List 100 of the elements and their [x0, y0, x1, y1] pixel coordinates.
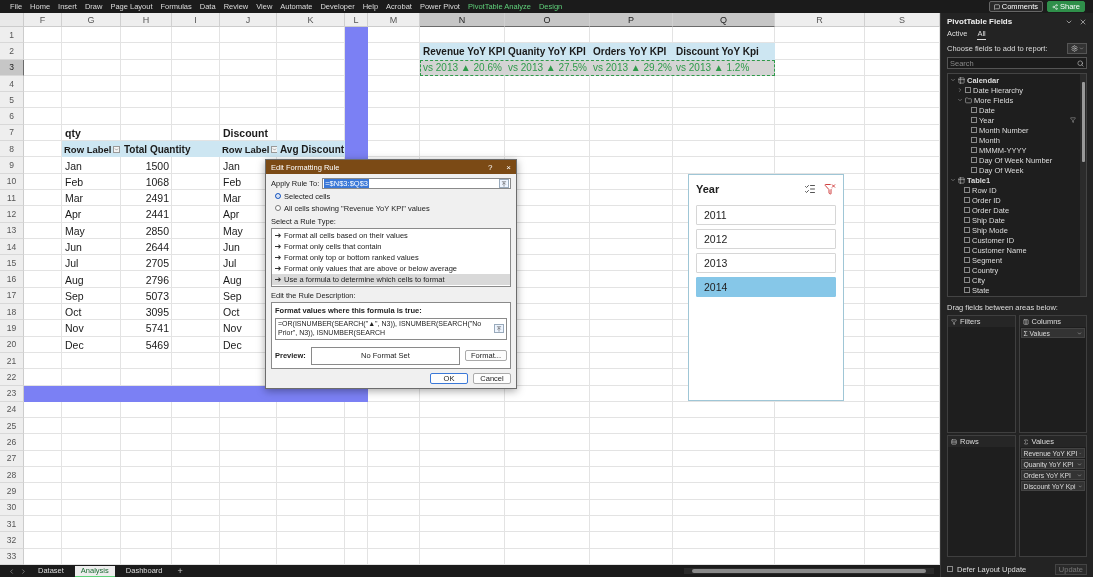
columns-icon [1022, 318, 1029, 325]
settings-button[interactable] [1067, 42, 1087, 54]
table-cell-text: Mar [64, 191, 85, 207]
table-cell-text: 2796 [144, 272, 170, 288]
checkbox[interactable] [971, 167, 977, 173]
pivot-header-cell: Avg Discount [277, 141, 345, 158]
checkbox[interactable] [971, 157, 977, 163]
scrollbar[interactable] [1080, 74, 1086, 296]
table-cell-text: Feb [64, 174, 85, 190]
header-text: Row Label [222, 143, 270, 155]
table-cell-text: Dec [64, 337, 85, 353]
checkbox[interactable] [964, 187, 970, 193]
row-header[interactable]: 15 [0, 255, 24, 272]
close-button[interactable] [1079, 17, 1087, 26]
checkbox[interactable] [964, 277, 970, 283]
row-header[interactable]: 19 [0, 320, 24, 337]
next-sheet-button[interactable] [20, 567, 27, 575]
sheet-label: qty [64, 125, 82, 141]
row-header[interactable]: 2 [0, 43, 24, 60]
row-header[interactable]: 9 [0, 157, 24, 174]
row-header[interactable]: 16 [0, 271, 24, 288]
column-header[interactable]: F [24, 13, 62, 27]
checkbox[interactable] [971, 127, 977, 133]
column-header[interactable]: I [172, 13, 220, 27]
slicer-item[interactable]: 2014 [696, 277, 836, 297]
scrollbar[interactable] [684, 568, 934, 574]
checkbox[interactable] [964, 227, 970, 233]
help-button[interactable]: ? [487, 162, 493, 172]
row-header[interactable]: 28 [0, 467, 24, 484]
column-header[interactable]: S [865, 13, 940, 27]
kpi-header: Orders YoY KPI [590, 43, 673, 60]
multi-select-icon[interactable] [804, 183, 816, 195]
close-icon [1079, 17, 1087, 26]
sigma-icon [1022, 438, 1029, 445]
caret-icon [271, 146, 277, 152]
column-header[interactable]: G [62, 13, 121, 27]
checkbox[interactable] [971, 107, 977, 113]
checkbox[interactable] [965, 87, 971, 93]
collapse-button[interactable] [494, 324, 504, 334]
table-cell-text: 1068 [144, 174, 170, 190]
row-header[interactable]: 26 [0, 434, 24, 451]
folder-icon [965, 96, 972, 104]
checkbox[interactable] [964, 197, 970, 203]
dropdown-button[interactable] [113, 145, 120, 153]
filter-icon [951, 318, 957, 325]
add-sheet-button[interactable]: + [173, 566, 187, 576]
checkbox[interactable] [964, 287, 970, 293]
row-header[interactable]: 8 [0, 141, 24, 158]
table-cell-text: 2491 [144, 191, 170, 207]
dropdown-button[interactable] [270, 145, 277, 153]
slicer-title: Year [696, 183, 720, 195]
column-header[interactable]: K [277, 13, 345, 27]
previous-sheet-button[interactable] [8, 567, 15, 575]
row-header[interactable]: 22 [0, 369, 24, 386]
column-header[interactable]: O [505, 13, 590, 27]
column-header[interactable]: P [590, 13, 673, 27]
caret-icon [114, 146, 119, 152]
row-header[interactable]: 32 [0, 532, 24, 549]
checkbox[interactable] [971, 147, 977, 153]
caret-icon [1077, 330, 1082, 336]
table-cell-text: 2441 [144, 207, 170, 223]
table-cell-text: 3095 [144, 305, 170, 321]
clear-filter-icon[interactable] [824, 183, 836, 195]
table-cell-text: Sep [64, 288, 85, 304]
checkbox[interactable] [964, 217, 970, 223]
column-header[interactable]: H [121, 13, 172, 27]
checkbox[interactable] [964, 207, 970, 213]
sheet-label: Discount [222, 125, 269, 141]
close-button[interactable]: × [506, 162, 511, 172]
checkbox[interactable] [964, 247, 970, 253]
kpi-header: Discount YoY Kpi [673, 43, 775, 60]
checkbox[interactable] [947, 566, 953, 572]
panel-title: PivotTable Fields [947, 17, 1013, 26]
table-cell-text: Oct [64, 305, 83, 321]
row-header[interactable]: 29 [0, 483, 24, 500]
column-header[interactable]: M [368, 13, 420, 27]
row-header[interactable]: 5 [0, 92, 24, 109]
table-cell-text: Aug [64, 272, 85, 288]
table-cell-text: Jun [222, 240, 241, 255]
row-header[interactable]: 6 [0, 108, 24, 125]
slicer-item[interactable]: 2012 [696, 229, 836, 249]
checkbox[interactable] [971, 137, 977, 143]
column-header[interactable]: Q [673, 13, 775, 27]
row-header[interactable]: 25 [0, 418, 24, 435]
row-header[interactable]: 12 [0, 206, 24, 223]
column-header[interactable]: N [420, 13, 505, 27]
row-header[interactable]: 18 [0, 304, 24, 321]
column-header[interactable]: J [220, 13, 277, 27]
checkbox[interactable] [964, 267, 970, 273]
column-header[interactable]: L [345, 13, 368, 27]
checkbox[interactable] [971, 117, 977, 123]
comment-icon [993, 3, 1000, 10]
column-header[interactable]: R [775, 13, 865, 27]
row-header[interactable]: 1 [0, 27, 24, 44]
slicer-item[interactable]: 2013 [696, 253, 836, 273]
slicer-item[interactable]: 2011 [696, 205, 836, 225]
rows-icon [951, 438, 957, 445]
checkbox[interactable] [964, 257, 970, 263]
radio-button[interactable] [275, 205, 281, 211]
checkbox[interactable] [964, 237, 970, 243]
